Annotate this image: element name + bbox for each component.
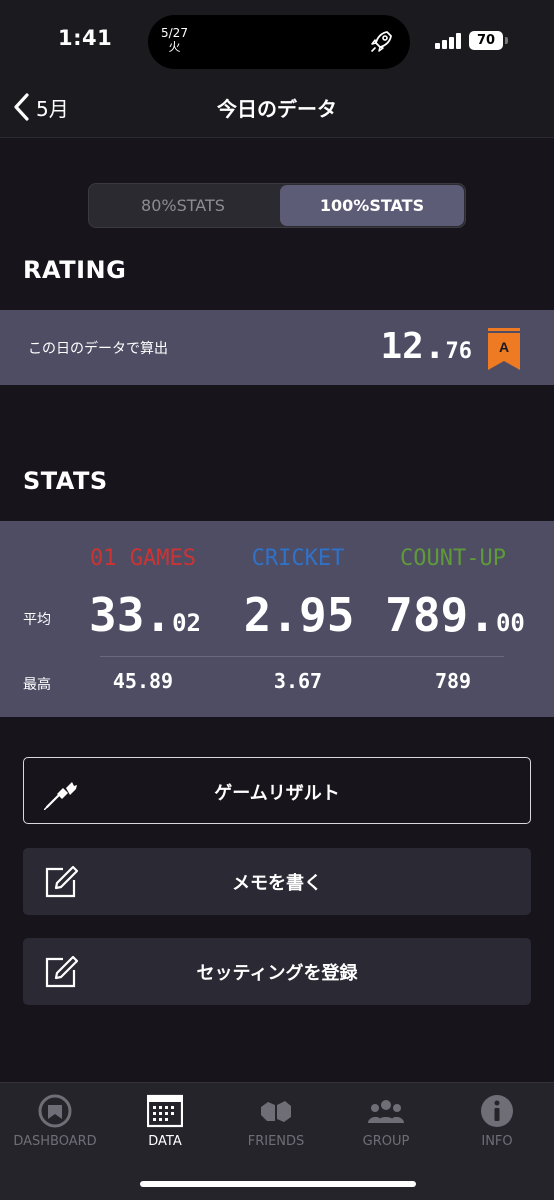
avg-01-dec: 02 — [172, 609, 201, 637]
avg-cricket-int: 2.95 — [243, 588, 355, 642]
dashboard-icon — [38, 1094, 72, 1128]
best-count-up: 789 — [434, 669, 472, 693]
best-cricket: 3.67 — [273, 669, 323, 693]
tab-data-label: DATA — [148, 1134, 182, 1149]
signal-icon — [435, 33, 463, 49]
segment-80-stats[interactable]: 80%STATS — [91, 185, 275, 226]
stats-title: STATS — [23, 467, 108, 495]
best-01-games: 45.89 — [112, 669, 174, 693]
calendar-icon — [147, 1094, 183, 1128]
nav-header: 5月 今日のデータ — [0, 76, 554, 138]
rank-badge-icon: A — [488, 328, 520, 370]
rating-title: RATING — [23, 256, 127, 284]
avg-count-up: 789.00 — [370, 588, 540, 642]
rating-caption: この日のデータで算出 — [28, 341, 168, 357]
avg-01-int: 33. — [89, 588, 173, 642]
rating-value-int: 12. — [380, 326, 446, 367]
tab-info[interactable]: INFO — [442, 1083, 552, 1163]
page-title: 今日のデータ — [217, 97, 337, 121]
tab-friends-label: FRIENDS — [247, 1134, 305, 1149]
col-count-up: COUNT-UP — [400, 546, 506, 571]
tab-group-label: GROUP — [362, 1134, 410, 1149]
avg-label: 平均 — [23, 612, 51, 628]
rating-value: 12.76 — [380, 326, 472, 367]
island-date-text: 5/27 — [161, 26, 188, 40]
tab-dashboard[interactable]: DASHBOARD — [0, 1083, 110, 1163]
avg-countup-int: 789. — [385, 588, 496, 642]
island-weekday-text: 火 — [168, 40, 181, 54]
register-setting-button[interactable]: セッティングを登録 — [23, 938, 531, 1005]
rating-bar: この日のデータで算出 12.76 — [0, 310, 554, 385]
game-result-button[interactable]: ゲームリザルト — [23, 757, 531, 824]
segment-100-stats[interactable]: 100%STATS — [280, 185, 464, 226]
island-date: 5/27 火 — [161, 26, 188, 54]
rocket-icon — [371, 31, 392, 52]
battery-cap — [505, 37, 508, 44]
home-indicator[interactable] — [140, 1181, 416, 1187]
stats-mode-segmented: 80%STATS 100%STATS — [88, 183, 466, 228]
tab-dashboard-label: DASHBOARD — [13, 1134, 97, 1149]
battery-icon: 70 — [469, 31, 503, 50]
register-setting-label: セッティングを登録 — [196, 963, 358, 984]
write-memo-button[interactable]: メモを書く — [23, 848, 531, 915]
avg-cricket: 2.95 — [214, 588, 384, 642]
tab-friends[interactable]: FRIENDS — [221, 1083, 331, 1163]
tab-group[interactable]: GROUP — [331, 1083, 441, 1163]
stats-panel: 01 GAMES CRICKET COUNT-UP 平均 33.02 2.95 … — [0, 521, 554, 717]
info-icon — [481, 1095, 513, 1127]
tab-info-label: INFO — [481, 1134, 513, 1149]
write-memo-label: メモを書く — [232, 873, 322, 894]
rating-value-dec: 76 — [445, 339, 473, 364]
col-cricket: CRICKET — [251, 546, 345, 571]
tab-data[interactable]: DATA — [110, 1083, 220, 1163]
group-icon — [368, 1100, 404, 1123]
avg-01-games: 33.02 — [60, 588, 230, 642]
col-01-games: 01 GAMES — [90, 546, 196, 571]
dynamic-island: 5/27 火 — [148, 15, 410, 69]
stats-divider — [100, 656, 504, 657]
status-time: 1:41 — [58, 26, 113, 50]
status-bar: 1:41 5/27 火 70 — [0, 0, 554, 76]
rank-letter: A — [499, 339, 509, 355]
best-label: 最高 — [23, 677, 51, 693]
game-result-label: ゲームリザルト — [214, 783, 340, 804]
avg-countup-dec: 00 — [495, 609, 525, 637]
friends-icon — [261, 1101, 291, 1122]
